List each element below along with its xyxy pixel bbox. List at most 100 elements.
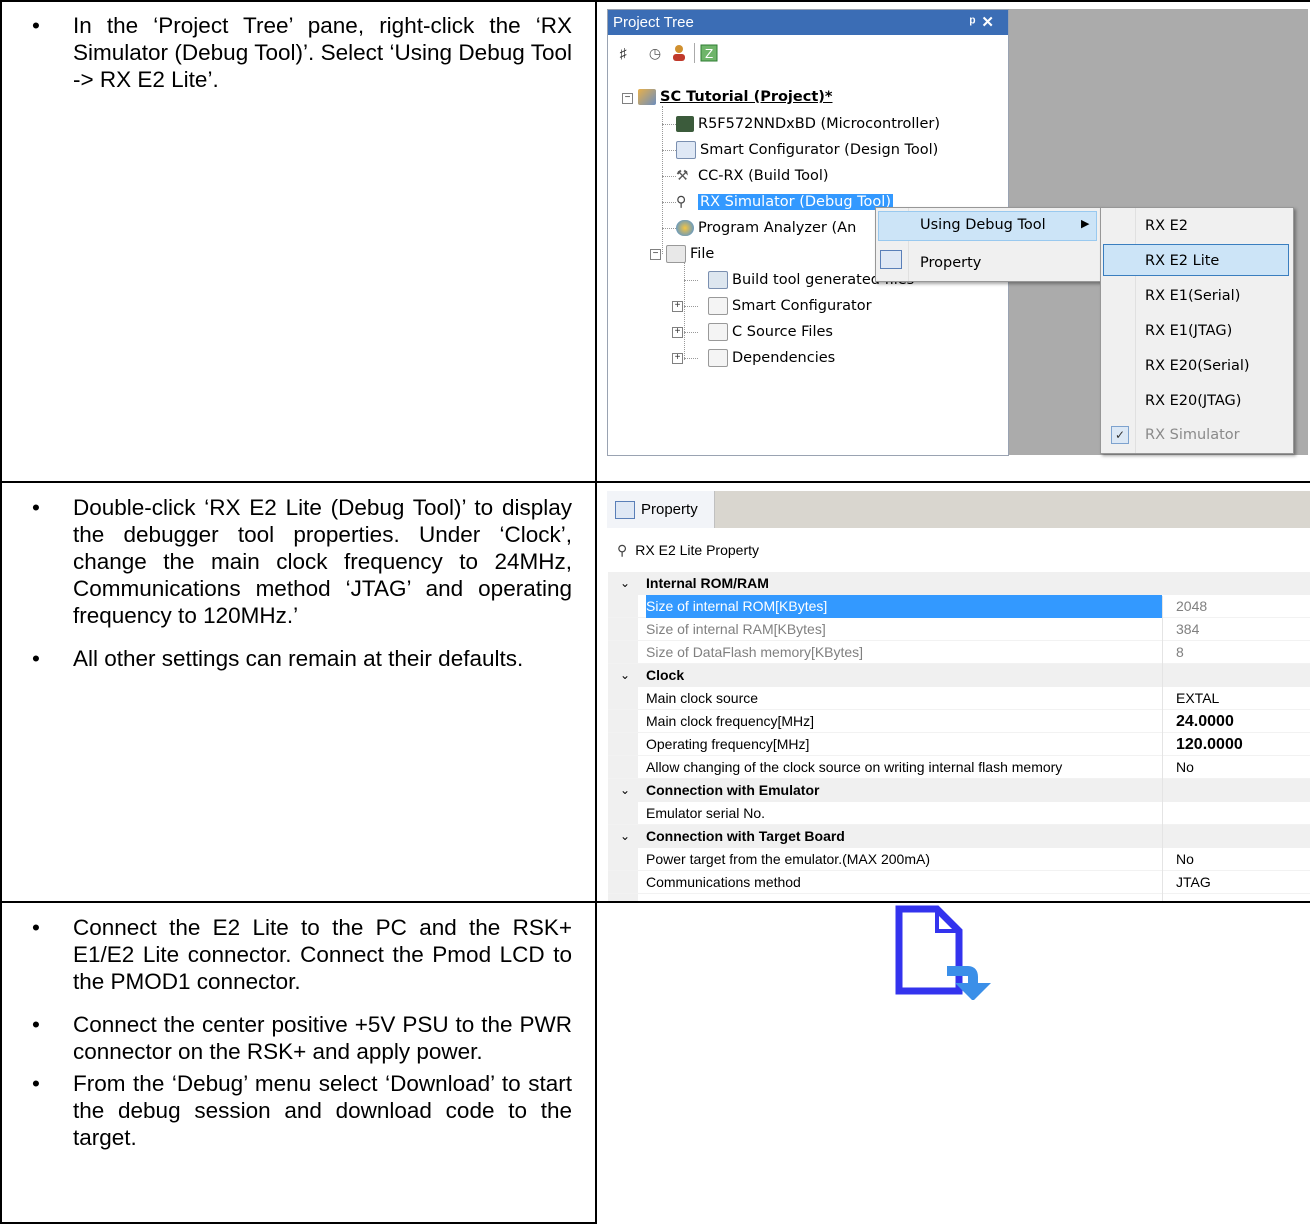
menu-item-label: RX E2 Lite (1145, 253, 1220, 269)
tree-item-label: CC-RX (Build Tool) (698, 168, 829, 184)
collapse-toggle[interactable]: − (622, 93, 633, 104)
tree-item-file[interactable]: File (666, 241, 714, 267)
property-value[interactable]: EXTAL (1168, 687, 1310, 710)
property-value[interactable]: 384 (1168, 618, 1310, 641)
instruction-text: Double-click ‘RX E2 Lite (Debug Tool)’ t… (73, 495, 572, 628)
tree-item-microcontroller[interactable]: R5F572NNDxBD (Microcontroller) (676, 111, 940, 137)
tree-item-label: C Source Files (732, 324, 833, 340)
property-row[interactable]: Main clock frequency[MHz] 24.0000 (608, 710, 1310, 733)
submenu-item-rx-e1-jtag[interactable]: RX E1(JTAG) (1145, 314, 1232, 348)
submenu-item-rx-e2[interactable]: RX E2 (1145, 209, 1188, 243)
property-grid-column-separator (1162, 596, 1163, 901)
property-value[interactable]: 24.0000 (1168, 710, 1310, 733)
chevron-down-icon[interactable]: ⌄ (620, 779, 630, 802)
table-row-divider-2 (0, 901, 1310, 903)
clock-icon[interactable]: ◷ (646, 44, 664, 62)
property-category[interactable]: ⌄ Internal ROM/RAM (608, 572, 1310, 595)
expand-toggle[interactable]: + (672, 301, 683, 312)
instruction-text: All other settings can remain at their d… (73, 646, 524, 671)
tree-connector (662, 228, 676, 229)
tree-item-debug-tool[interactable]: ⚲ RX Simulator (Debug Tool) (676, 189, 893, 215)
property-icon (615, 501, 635, 520)
submenu-item-rx-e20-jtag[interactable]: RX E20(JTAG) (1145, 384, 1241, 418)
tree-connector (662, 150, 676, 151)
tree-item-label: Smart Configurator (Design Tool) (700, 142, 939, 158)
submenu-item-rx-e2-lite[interactable]: RX E2 Lite (1145, 244, 1219, 278)
property-value[interactable]: No (1168, 756, 1310, 779)
refresh-icon[interactable]: Z (700, 44, 718, 62)
file-download-icon (895, 905, 991, 1000)
chevron-down-icon[interactable]: ⌄ (620, 825, 630, 848)
submenu-item-rx-e20-serial[interactable]: RX E20(Serial) (1145, 349, 1250, 383)
tree-item-smart-configurator-tool[interactable]: Smart Configurator (Design Tool) (676, 137, 938, 163)
instruction-text: In the ‘Project Tree’ pane, right-click … (73, 13, 572, 92)
tree-item-dependencies[interactable]: Dependencies (708, 345, 835, 371)
property-icon (880, 250, 902, 269)
property-value[interactable]: 2048 (1168, 595, 1310, 618)
property-value[interactable]: 120.0000 (1168, 733, 1310, 756)
property-value[interactable]: 8 (1168, 641, 1310, 664)
folder-icon (708, 323, 728, 341)
property-row[interactable]: Communications method JTAG (608, 871, 1310, 894)
debug-tool-icon: ⚲ (617, 542, 628, 558)
property-name: Size of internal RAM[KBytes] (646, 621, 826, 637)
property-name: Emulator serial No. (646, 805, 766, 821)
tree-item-project[interactable]: SC Tutorial (Project)* (638, 84, 832, 110)
property-name: Internal ROM/RAM (646, 575, 769, 591)
chevron-down-icon[interactable]: ⌄ (620, 572, 630, 595)
expand-toggle[interactable]: + (672, 327, 683, 338)
instruction-text: From the ‘Debug’ menu select ‘Download’ … (73, 1071, 572, 1150)
toolbar-separator (694, 43, 695, 63)
tree-item-smart-configurator-folder[interactable]: Smart Configurator (708, 293, 872, 319)
panel-controls: ᵖ✕ (970, 10, 1000, 35)
folder-icon (666, 245, 686, 263)
menu-item-label: RX E2 (1145, 218, 1189, 234)
bullet-glyph: • (32, 1071, 40, 1096)
property-row[interactable]: Power target from the emulator.(MAX 200m… (608, 848, 1310, 871)
property-category[interactable]: ⌄ Clock (608, 664, 1310, 687)
property-category[interactable]: ⌄ Connection with Emulator (608, 779, 1310, 802)
property-name: Allow changing of the clock source on wr… (646, 759, 1063, 775)
submenu-item-rx-simulator[interactable]: RX Simulator (1145, 418, 1240, 452)
close-icon[interactable]: ✕ (981, 14, 1000, 31)
tab-label: Property (641, 501, 698, 518)
pin-icon[interactable]: ᵖ (970, 14, 982, 31)
property-value[interactable]: JTAG (1168, 871, 1310, 894)
tree-item-build-tool[interactable]: ⚒ CC-RX (Build Tool) (676, 163, 829, 189)
menu-item-using-debug-tool[interactable]: Using Debug Tool (920, 210, 1046, 240)
user-icon[interactable] (670, 44, 688, 62)
tree-item-c-source-files[interactable]: C Source Files (708, 319, 833, 345)
property-row[interactable]: Size of internal ROM[KBytes] 2048 (608, 595, 1310, 618)
property-row[interactable]: Operating frequency[MHz] 120.0000 (608, 733, 1310, 756)
chip-icon (676, 116, 694, 132)
analyzer-icon (676, 220, 694, 236)
chevron-down-icon[interactable]: ⌄ (620, 664, 630, 687)
property-name: Size of internal ROM[KBytes] (646, 595, 1162, 618)
property-row[interactable]: Size of internal RAM[KBytes] 384 (608, 618, 1310, 641)
property-name: Connection with Emulator (646, 782, 820, 798)
collapse-toggle[interactable]: − (650, 249, 661, 260)
project-tree-toolbar: ♯ ◷ Z (608, 35, 1008, 70)
tree-item-label: Dependencies (732, 350, 836, 366)
property-name: Main clock frequency[MHz] (646, 713, 815, 729)
build-files-icon (708, 271, 728, 289)
expand-toggle[interactable]: + (672, 353, 683, 364)
instruction-cell-2: • Double-click ‘RX E2 Lite (Debug Tool)’… (32, 494, 572, 672)
tree-item-label: RX Simulator (Debug Tool) (698, 194, 893, 210)
property-row[interactable]: Emulator serial No. (608, 802, 1310, 825)
property-value[interactable]: No (1168, 848, 1310, 871)
menu-item-property[interactable]: Property (920, 248, 981, 278)
property-value[interactable] (1168, 802, 1310, 825)
submenu-item-rx-e1-serial[interactable]: RX E1(Serial) (1145, 279, 1240, 313)
property-row[interactable]: Size of DataFlash memory[KBytes] 8 (608, 641, 1310, 664)
sort-icon[interactable]: ♯ (614, 44, 632, 62)
tree-item-program-analyzer[interactable]: Program Analyzer (An (676, 215, 856, 241)
bullet-glyph: • (32, 1012, 40, 1037)
tab-property[interactable]: Property (607, 491, 715, 528)
tree-item-label: R5F572NNDxBD (Microcontroller) (698, 116, 940, 132)
property-category[interactable]: ⌄ Connection with Target Board (608, 825, 1310, 848)
property-row[interactable]: Main clock source EXTAL (608, 687, 1310, 710)
table-top-border (0, 0, 1310, 2)
property-row[interactable]: Allow changing of the clock source on wr… (608, 756, 1310, 779)
menu-item-label: RX E20(JTAG) (1145, 393, 1242, 409)
